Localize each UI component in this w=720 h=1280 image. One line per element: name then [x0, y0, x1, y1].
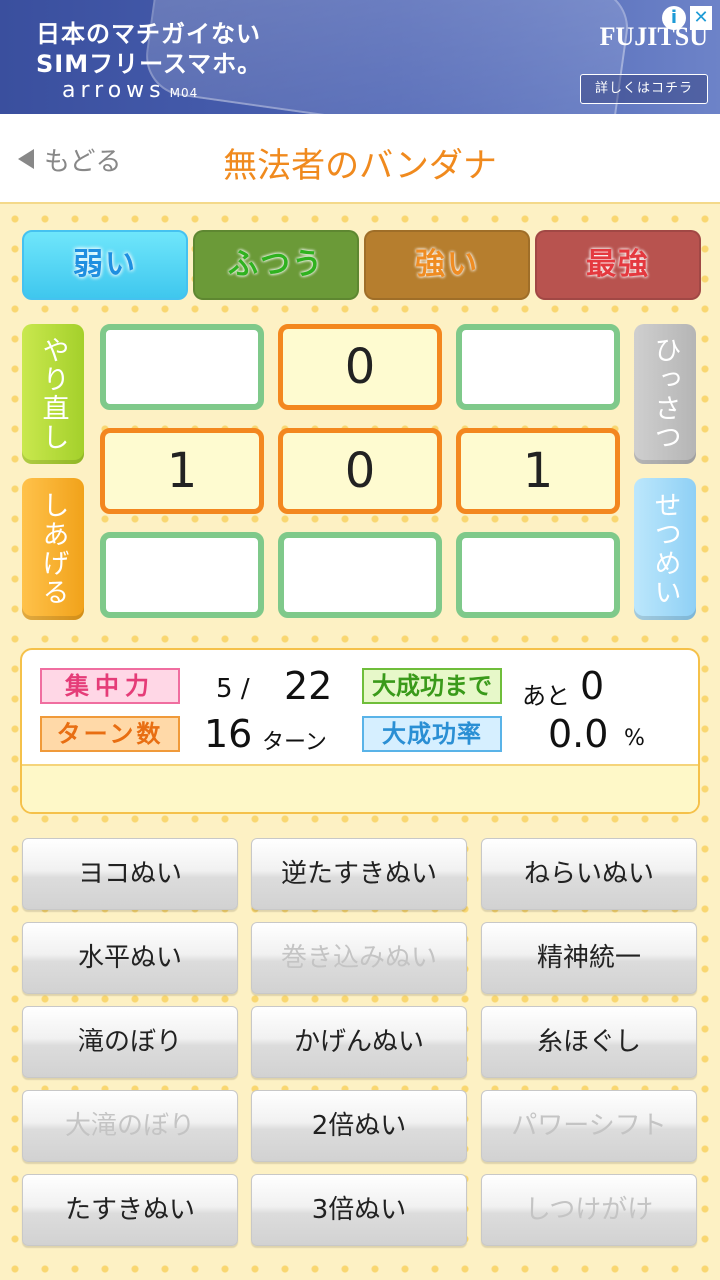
grid-cell-0-0[interactable] [100, 324, 264, 410]
back-button[interactable]: もどる [18, 142, 122, 177]
difficulty-normal-button[interactable]: ふつう [193, 230, 359, 300]
grid-cell-1-1[interactable]: 0 [278, 428, 442, 514]
header-bar: もどる 無法者のバンダナ [0, 114, 720, 204]
difficulty-strong-button[interactable]: 強い [364, 230, 530, 300]
skill-button-disabled: 大滝のぼり [22, 1090, 238, 1162]
skill-button[interactable]: 精神統一 [481, 922, 697, 994]
redo-button[interactable]: やり直し [22, 324, 84, 464]
special-move-button[interactable]: ひっさつ [634, 324, 696, 464]
grid-cell-1-2[interactable]: 1 [456, 428, 620, 514]
focus-label: 集中力 [40, 668, 180, 704]
focus-current-value: 5 [216, 674, 233, 704]
to-success-prefix: あと [522, 682, 570, 710]
ad-product-name: arrows [62, 78, 166, 103]
focus-separator: / [240, 674, 250, 704]
skill-button-disabled: パワーシフト [481, 1090, 697, 1162]
ad-banner[interactable]: 日本のマチガイない SIMフリースマホ。 arrows M04 i ✕ FUJIT… [0, 0, 720, 114]
grid-cell-0-1[interactable]: 0 [278, 324, 442, 410]
difficulty-strongest-button[interactable]: 最強 [535, 230, 701, 300]
game-area: 弱い ふつう 強い 最強 やり直し しあげる ひっさつ せつめい 0 1 0 1… [0, 204, 720, 1280]
skill-button[interactable]: 逆たすきぬい [251, 838, 467, 910]
page-title: 無法者のバンダナ [223, 146, 497, 186]
success-rate-value: 0.0 [548, 712, 609, 756]
grid-cell-0-2[interactable] [456, 324, 620, 410]
focus-current: 5 / [216, 674, 250, 704]
ad-product: arrows M04 [62, 78, 198, 103]
back-label: もどる [44, 146, 122, 177]
skill-button[interactable]: 3倍ぬい [251, 1174, 467, 1246]
focus-max: 22 [284, 664, 333, 708]
ad-brand-logo: FUJITSU [599, 22, 708, 51]
turns-label: ターン数 [40, 716, 180, 752]
status-panel: 集中力 5 / 22 ターン数 16 ターン 大成功まで あと 0 大成功率 0… [20, 648, 700, 814]
grid-cell-2-0[interactable] [100, 532, 264, 618]
to-success-value: 0 [580, 664, 605, 708]
ad-cta-button[interactable]: 詳しくはコチラ [580, 74, 708, 104]
skill-button[interactable]: たすきぬい [22, 1174, 238, 1246]
difficulty-weak-button[interactable]: 弱い [22, 230, 188, 300]
ad-headline-2: SIMフリースマホ。 [36, 50, 263, 78]
ad-product-model: M04 [169, 86, 199, 100]
turns-value: 16 [204, 712, 253, 756]
success-rate-unit: % [624, 726, 645, 751]
skill-button[interactable]: ヨコぬい [22, 838, 238, 910]
turns-unit: ターン [262, 730, 327, 755]
skill-button[interactable]: 滝のぼり [22, 1006, 238, 1078]
grid-cell-2-1[interactable] [278, 532, 442, 618]
grid-cell-1-0[interactable]: 1 [100, 428, 264, 514]
back-arrow-icon [18, 149, 34, 169]
skill-button-disabled: しつけがけ [481, 1174, 697, 1246]
skill-button[interactable]: 2倍ぬい [251, 1090, 467, 1162]
message-area [22, 764, 698, 812]
to-success-label: 大成功まで [362, 668, 502, 704]
skill-button[interactable]: 水平ぬい [22, 922, 238, 994]
skill-button[interactable]: かげんぬい [251, 1006, 467, 1078]
finish-button[interactable]: しあげる [22, 478, 84, 620]
success-rate-label: 大成功率 [362, 716, 502, 752]
skill-button-disabled: 巻き込みぬい [251, 922, 467, 994]
explain-button[interactable]: せつめい [634, 478, 696, 620]
skill-button[interactable]: 糸ほぐし [481, 1006, 697, 1078]
grid-cell-2-2[interactable] [456, 532, 620, 618]
skill-button[interactable]: ねらいぬい [481, 838, 697, 910]
